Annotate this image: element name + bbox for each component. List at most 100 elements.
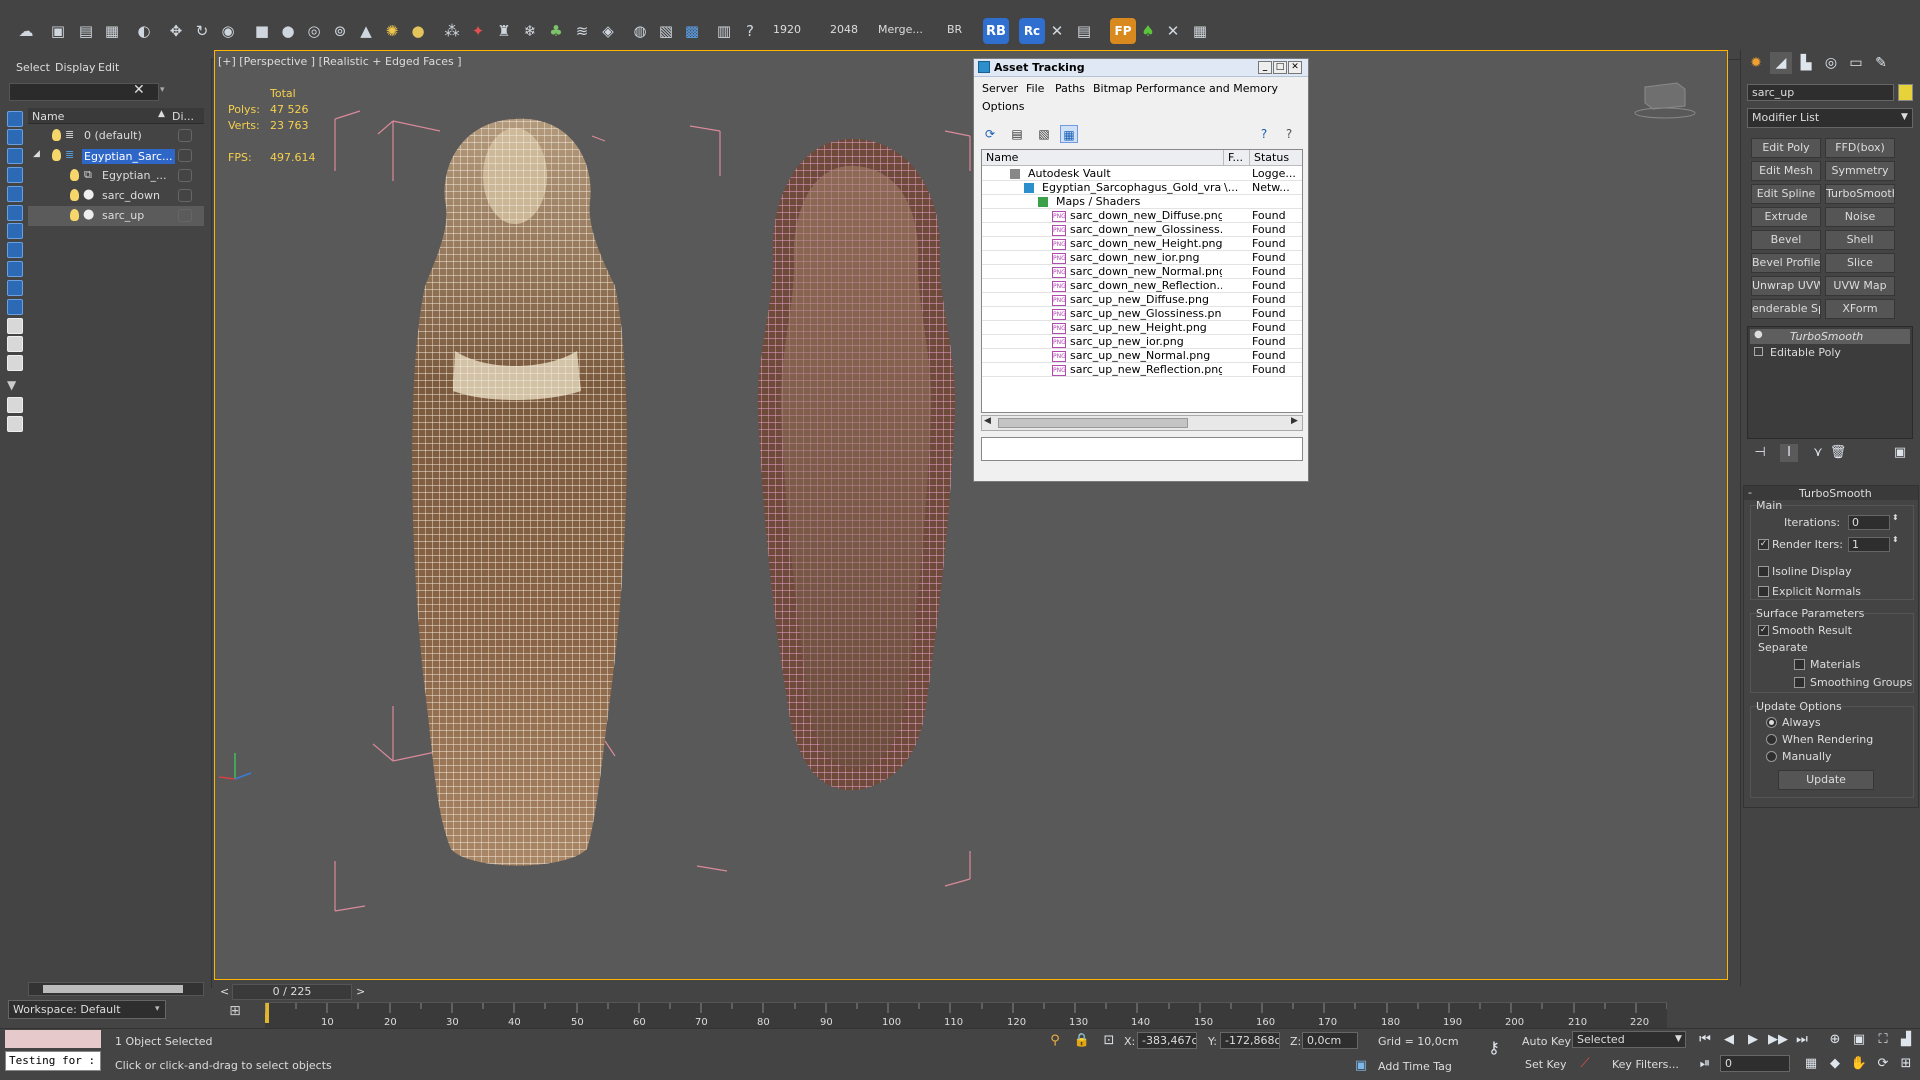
- particles-icon[interactable]: ⁂: [440, 19, 464, 43]
- layer-icon[interactable]: ▥: [712, 19, 736, 43]
- unlink-icon[interactable]: ▤: [74, 19, 98, 43]
- help-icon[interactable]: ?: [738, 19, 762, 43]
- edit-poly-button[interactable]: Edit Poly: [1751, 138, 1821, 158]
- tree-row-sarc-up[interactable]: ● sarc_up: [28, 206, 204, 226]
- chair-icon[interactable]: ♜: [492, 19, 516, 43]
- collapse-arrow-icon[interactable]: ◢: [33, 149, 40, 159]
- explicit-normals-checkbox[interactable]: [1758, 586, 1769, 597]
- time-configuration-icon[interactable]: ▦: [1802, 1055, 1820, 1073]
- time-tag-icon[interactable]: ▣: [1352, 1057, 1370, 1075]
- maximize-button[interactable]: □: [1273, 61, 1287, 74]
- merge-button[interactable]: Merge...: [878, 23, 923, 36]
- light-bulb-icon[interactable]: ●: [1754, 329, 1763, 340]
- asset-path-field[interactable]: [981, 437, 1303, 461]
- spinner-arrows-icon[interactable]: ⬍: [1892, 513, 1899, 522]
- object-color-swatch[interactable]: [1898, 84, 1913, 101]
- bevel-profile-button[interactable]: Bevel Profile: [1751, 253, 1821, 273]
- filter-icon[interactable]: ▼: [7, 378, 23, 394]
- asset-row[interactable]: PNG sarc_up_new_Reflection.png Found: [982, 363, 1302, 377]
- set-key-button[interactable]: Set Key: [1525, 1058, 1567, 1071]
- close-button[interactable]: ✕: [1288, 61, 1302, 74]
- search-dropdown-icon[interactable]: ▾: [160, 85, 165, 95]
- zoom-extents-icon[interactable]: ⛶: [1874, 1031, 1892, 1049]
- light-bulb-icon[interactable]: [70, 169, 79, 181]
- render-iters-checkbox[interactable]: ✓: [1758, 539, 1769, 550]
- display-tab-icon[interactable]: ▭: [1845, 52, 1867, 74]
- frame-readout[interactable]: 0 / 225: [232, 984, 352, 1000]
- stack-item-editable-poly[interactable]: Editable Poly: [1750, 345, 1910, 360]
- display-frozen-icon[interactable]: [7, 318, 23, 334]
- material-icon[interactable]: ◍: [628, 19, 652, 43]
- key-mode-icon[interactable]: ⟋: [1576, 1055, 1594, 1073]
- ffd-box-button[interactable]: FFD(box): [1825, 138, 1895, 158]
- plant-icon[interactable]: ♣: [544, 19, 568, 43]
- column-display[interactable]: Di...: [172, 110, 194, 123]
- menu-select[interactable]: Select: [16, 61, 50, 74]
- view-cube-icon[interactable]: [1634, 82, 1696, 119]
- asset-row[interactable]: PNG sarc_down_new_Normal.png Found: [982, 265, 1302, 279]
- key-filters-button[interactable]: Key Filters...: [1612, 1058, 1679, 1071]
- key-selection-dropdown[interactable]: Selected: [1572, 1031, 1686, 1048]
- shell-button[interactable]: Shell: [1825, 230, 1895, 250]
- minimize-button[interactable]: _: [1258, 61, 1272, 74]
- go-to-start-icon[interactable]: ⏮: [1696, 1031, 1714, 1049]
- uvw-map-button[interactable]: UVW Map: [1825, 276, 1895, 296]
- scale-icon[interactable]: ◉: [216, 19, 240, 43]
- auto-key-button[interactable]: Auto Key: [1522, 1035, 1571, 1048]
- column-name[interactable]: Name: [982, 150, 1224, 166]
- wrench-icon[interactable]: ✕: [1045, 19, 1069, 43]
- box-icon[interactable]: ■: [250, 19, 274, 43]
- viewport-toggle-icon[interactable]: ⊞: [1897, 1055, 1915, 1073]
- hair-icon[interactable]: ≋: [570, 19, 594, 43]
- rollout-header[interactable]: - TurboSmooth: [1744, 486, 1918, 500]
- always-radio[interactable]: [1766, 717, 1777, 728]
- freeze-icon[interactable]: [178, 209, 192, 222]
- zoom-all-icon[interactable]: ▣: [1850, 1031, 1868, 1049]
- render-icon[interactable]: ▩: [680, 19, 704, 43]
- tree-view-icon[interactable]: ▧: [1035, 125, 1053, 143]
- scroll-left-icon[interactable]: ◀: [984, 416, 991, 426]
- absolute-mode-icon[interactable]: ⊡: [1100, 1032, 1118, 1050]
- spinner-arrows-icon[interactable]: ⬍: [1892, 535, 1899, 544]
- menu-bitmap-performance[interactable]: Bitmap Performance and Memory: [1093, 82, 1278, 95]
- freeze-icon[interactable]: [178, 189, 192, 202]
- asset-row[interactable]: PNG sarc_down_new_Height.png Found: [982, 237, 1302, 251]
- hierarchy-tab-icon[interactable]: ▙: [1795, 52, 1817, 74]
- freeze-icon[interactable]: [178, 149, 192, 162]
- smooth-result-checkbox[interactable]: ✓: [1758, 625, 1769, 636]
- previous-frame-icon[interactable]: ◀: [1720, 1031, 1738, 1049]
- z-coordinate-field[interactable]: 0,0cm: [1302, 1032, 1358, 1049]
- expand-icon[interactable]: [1754, 347, 1763, 356]
- next-frame-icon[interactable]: ▶▶: [1768, 1031, 1788, 1049]
- field-of-view-icon[interactable]: ◆: [1826, 1055, 1844, 1073]
- remove-modifier-icon[interactable]: 🗑: [1829, 444, 1847, 462]
- scroll-thumb[interactable]: [998, 418, 1188, 428]
- cylinder-icon[interactable]: ◎: [302, 19, 326, 43]
- add-time-tag-button[interactable]: Add Time Tag: [1378, 1060, 1452, 1073]
- sarcophagus-lid-model[interactable]: [412, 118, 627, 866]
- symmetry-button[interactable]: Symmetry: [1825, 161, 1895, 181]
- pan-icon[interactable]: ✋: [1850, 1055, 1868, 1073]
- curve-editor-icon[interactable]: ⊞: [224, 1003, 246, 1023]
- object-name-field[interactable]: sarc_up: [1747, 84, 1894, 101]
- edit-mesh-button[interactable]: Edit Mesh: [1751, 161, 1821, 181]
- smoothing-groups-checkbox[interactable]: [1794, 677, 1805, 688]
- display-geometry-icon[interactable]: [7, 129, 23, 145]
- list-view-icon[interactable]: ▤: [1008, 125, 1026, 143]
- modify-tab-icon[interactable]: ◢: [1770, 52, 1792, 74]
- asset-row[interactable]: PNG sarc_up_new_Height.png Found: [982, 321, 1302, 335]
- extrude-button[interactable]: Extrude: [1751, 207, 1821, 227]
- helper-icon[interactable]: ✦: [466, 19, 490, 43]
- light-bulb-icon[interactable]: [52, 149, 61, 161]
- unwrap-uvw-button[interactable]: Unwrap UVW: [1751, 276, 1821, 296]
- selection-lock-icon[interactable]: 🔒: [1073, 1032, 1091, 1050]
- display-lights-icon[interactable]: [7, 167, 23, 183]
- menu-paths[interactable]: Paths: [1055, 82, 1085, 95]
- asset-row[interactable]: PNG sarc_up_new_Normal.png Found: [982, 349, 1302, 363]
- light-bulb-icon[interactable]: [52, 129, 61, 141]
- list-icon[interactable]: ▤: [1072, 19, 1096, 43]
- context-help-icon[interactable]: ?: [1280, 125, 1298, 143]
- menu-display[interactable]: Display: [55, 61, 96, 74]
- sun-icon[interactable]: ●: [406, 19, 430, 43]
- refresh-icon[interactable]: ⟳: [981, 125, 999, 143]
